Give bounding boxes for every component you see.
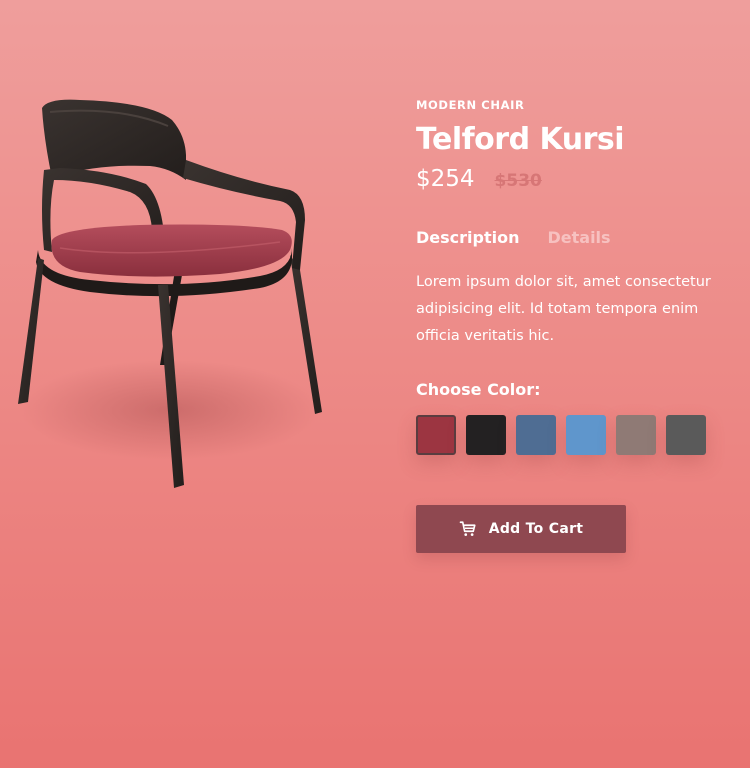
- color-swatch-black[interactable]: [466, 415, 506, 455]
- color-label: Choose Color:: [416, 380, 541, 399]
- description-line: Lorem ipsum dolor sit, amet consectetur: [416, 274, 711, 290]
- color-swatch-denim-blue[interactable]: [516, 415, 556, 455]
- add-to-cart-button[interactable]: Add To Cart: [416, 505, 626, 553]
- price-current: $254: [416, 166, 475, 192]
- description-line: adipisicing elit. Id totam tempora enim: [416, 301, 699, 317]
- product-tabs: Description Details: [416, 228, 750, 247]
- shopping-cart-icon: [459, 520, 477, 538]
- color-swatch-sky-blue[interactable]: [566, 415, 606, 455]
- add-to-cart-label: Add To Cart: [488, 521, 584, 537]
- product-image: [0, 80, 360, 520]
- description-line: officia veritatis hic.: [416, 328, 555, 344]
- tab-description[interactable]: Description: [416, 228, 519, 247]
- color-swatch-charcoal-gray[interactable]: [666, 415, 706, 455]
- tab-details[interactable]: Details: [547, 228, 610, 247]
- product-category: MODERN CHAIR: [416, 98, 525, 112]
- product-title: Telford Kursi: [416, 122, 625, 157]
- price-old: $530: [494, 171, 542, 191]
- price-row: $254 $530: [416, 166, 750, 192]
- product-description: Lorem ipsum dolor sit, amet consectetur …: [416, 269, 750, 350]
- color-swatches: [416, 415, 750, 455]
- color-swatch-burgundy[interactable]: [416, 415, 456, 455]
- product-info: MODERN CHAIR Telford Kursi $254 $530 Des…: [416, 98, 750, 553]
- color-swatch-taupe[interactable]: [616, 415, 656, 455]
